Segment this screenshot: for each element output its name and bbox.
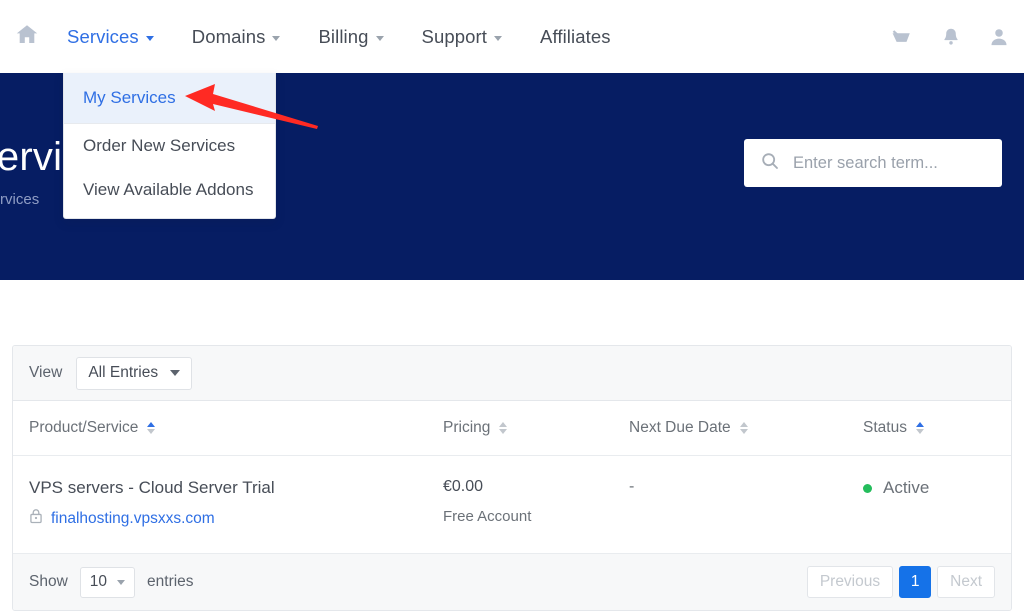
- nav-label-domains: Domains: [191, 25, 266, 47]
- nav-label-services: Services: [67, 25, 139, 47]
- dropdown-label-view-available-addons: View Available Addons: [83, 180, 254, 199]
- dropdown-item-my-services[interactable]: My Services: [64, 73, 275, 124]
- home-icon: [14, 22, 40, 51]
- breadcrumb: Home / My Services: [0, 191, 40, 208]
- column-label-status: Status: [863, 419, 907, 436]
- chevron-down-icon: [272, 35, 281, 41]
- due-date-value: -: [629, 478, 635, 495]
- entries-per-page-value: 10: [89, 573, 108, 590]
- nav-item-services[interactable]: Services: [48, 26, 173, 48]
- domain-link[interactable]: finalhosting.vpsxxs.com: [51, 510, 215, 528]
- cell-status: Active: [863, 455, 1011, 554]
- top-navigation-bar: Services Domains Billing Support Affilia…: [0, 0, 1024, 73]
- chevron-down-icon: [145, 35, 154, 41]
- sort-toggle-icon[interactable]: [499, 422, 508, 434]
- cell-product-service: VPS servers - Cloud Server Trial finalho…: [13, 455, 443, 554]
- sort-toggle-icon[interactable]: [147, 422, 156, 434]
- table-row[interactable]: VPS servers - Cloud Server Trial finalho…: [13, 455, 1011, 554]
- price-note: Free Account: [443, 508, 532, 525]
- pagination-previous-button[interactable]: Previous: [806, 566, 894, 598]
- lock-icon: [29, 508, 43, 529]
- user-account-icon[interactable]: [988, 25, 1010, 49]
- shopping-cart-icon[interactable]: [888, 25, 914, 49]
- sort-toggle-icon[interactable]: [739, 422, 748, 434]
- show-label: Show: [29, 573, 68, 590]
- search-icon: [760, 151, 780, 176]
- table-header: Product/Service Pricing Next Due Date St…: [13, 401, 1011, 456]
- chevron-down-icon: [117, 579, 126, 585]
- nav-item-billing[interactable]: Billing: [299, 26, 402, 48]
- services-table: Product/Service Pricing Next Due Date St…: [13, 401, 1011, 554]
- column-header-pricing[interactable]: Pricing: [443, 401, 629, 456]
- entries-filter-select[interactable]: All Entries: [76, 356, 193, 390]
- table-header-row: Product/Service Pricing Next Due Date St…: [13, 401, 1011, 456]
- nav-label-billing: Billing: [318, 25, 369, 47]
- column-header-status[interactable]: Status: [863, 401, 1011, 456]
- table-body: VPS servers - Cloud Server Trial finalho…: [13, 455, 1011, 554]
- column-label-pricing: Pricing: [443, 419, 491, 436]
- dropdown-label-order-new-services: Order New Services: [83, 136, 236, 155]
- chevron-down-icon: [170, 370, 181, 376]
- main-nav-items: Services Domains Billing Support Affilia…: [48, 26, 630, 48]
- nav-item-domains[interactable]: Domains: [173, 26, 300, 48]
- table-footer: Show 10 entries Previous 1 Next: [13, 554, 1011, 610]
- dropdown-label-my-services: My Services: [83, 88, 176, 107]
- search-input[interactable]: Enter search term...: [793, 154, 938, 173]
- view-label: View: [29, 364, 63, 381]
- pagination-next-button[interactable]: Next: [937, 566, 995, 598]
- nav-label-support: Support: [421, 25, 488, 47]
- notification-bell-icon[interactable]: [940, 25, 962, 49]
- entries-per-page-select[interactable]: 10: [79, 566, 136, 598]
- dropdown-item-view-available-addons[interactable]: View Available Addons: [64, 168, 275, 212]
- pagination: Previous 1 Next: [806, 566, 995, 598]
- column-label-product-service: Product/Service: [29, 419, 139, 436]
- search-box[interactable]: Enter search term...: [744, 139, 1002, 187]
- cell-pricing: €0.00 Free Account: [443, 455, 629, 554]
- chevron-down-icon: [375, 35, 384, 41]
- status-indicator-dot: [863, 483, 872, 493]
- services-table-card: View All Entries Product/Service Pricing…: [12, 345, 1012, 611]
- status-badge: Active: [883, 478, 930, 497]
- column-label-next-due-date: Next Due Date: [629, 419, 731, 436]
- cell-next-due-date: -: [629, 455, 863, 554]
- home-button[interactable]: [0, 22, 48, 51]
- nav-right-icons: [888, 25, 1010, 49]
- entries-per-page-group: Show 10 entries: [29, 566, 194, 598]
- nav-item-affiliates[interactable]: Affiliates: [521, 26, 630, 48]
- column-header-next-due-date[interactable]: Next Due Date: [629, 401, 863, 456]
- services-dropdown-menu: My Services Order New Services View Avai…: [63, 73, 276, 219]
- pagination-page-1-button[interactable]: 1: [899, 566, 932, 598]
- product-name: VPS servers - Cloud Server Trial: [29, 478, 275, 497]
- price-amount: €0.00: [443, 478, 484, 495]
- entries-filter-value: All Entries: [88, 364, 159, 381]
- column-header-product-service[interactable]: Product/Service: [13, 401, 443, 456]
- table-filter-bar: View All Entries: [13, 346, 1011, 401]
- nav-item-support[interactable]: Support: [403, 26, 522, 48]
- entries-label: entries: [147, 573, 194, 590]
- nav-label-affiliates: Affiliates: [540, 25, 611, 47]
- chevron-down-icon: [494, 35, 503, 41]
- sort-toggle-icon[interactable]: [915, 422, 924, 434]
- dropdown-item-order-new-services[interactable]: Order New Services: [64, 124, 275, 168]
